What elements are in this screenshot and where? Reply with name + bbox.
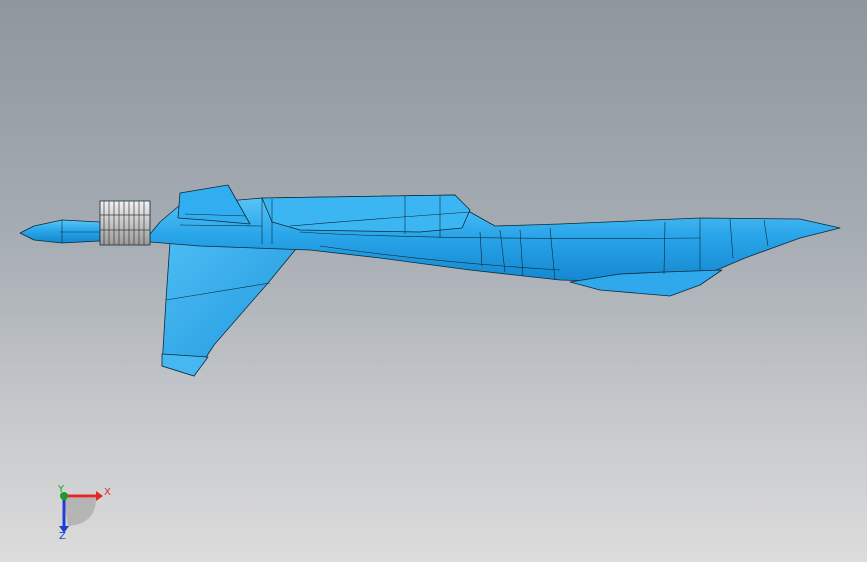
aircraft-model[interactable] xyxy=(0,0,867,562)
engine-nozzle xyxy=(99,200,151,246)
x-axis-label: X xyxy=(104,487,111,498)
lower-wing-tip xyxy=(161,353,209,377)
tail-cone xyxy=(19,219,101,244)
triad-shadow xyxy=(64,498,96,526)
graphics-viewport[interactable]: X Y Z xyxy=(0,0,867,562)
canopy xyxy=(261,194,471,233)
vertical-stabilizer xyxy=(177,184,251,225)
z-axis-label: Z xyxy=(59,531,66,542)
view-orientation-triad: X Y Z xyxy=(40,478,120,548)
y-axis-label: Y xyxy=(58,484,65,495)
